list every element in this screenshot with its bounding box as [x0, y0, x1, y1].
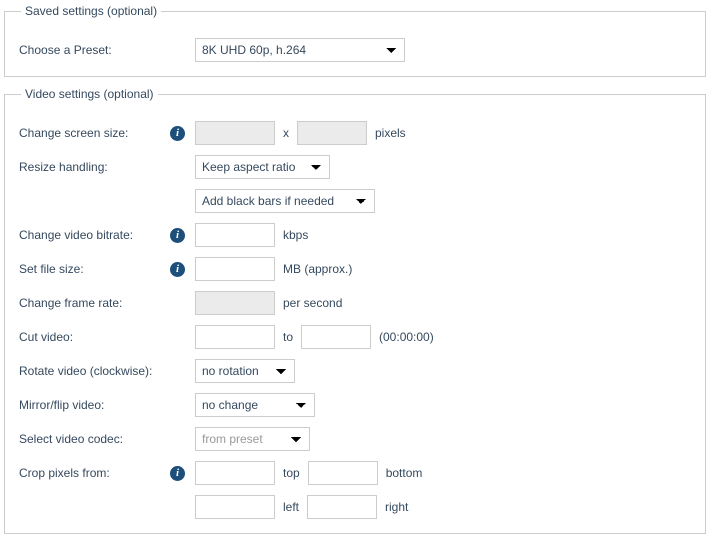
framerate-label: Change frame rate: [19, 296, 185, 310]
video-settings-fieldset: Video settings (optional) Change screen … [4, 87, 706, 534]
saved-settings-fieldset: Saved settings (optional) Choose a Prese… [4, 4, 706, 77]
preset-label: Choose a Preset: [19, 43, 185, 57]
crop-right-input[interactable] [307, 495, 377, 519]
screen-height-input[interactable] [297, 121, 367, 145]
rotate-row: Rotate video (clockwise): no rotation [19, 359, 691, 383]
persecond-unit: per second [283, 296, 342, 310]
mirror-select[interactable]: no change [195, 393, 315, 417]
crop-top-row: Crop pixels from: i top bottom [19, 461, 691, 485]
kbps-unit: kbps [283, 228, 308, 242]
pixels-unit: pixels [375, 126, 406, 140]
codec-label: Select video codec: [19, 432, 185, 446]
blackbars-row: Add black bars if needed [19, 189, 691, 213]
codec-row: Select video codec: from preset [19, 427, 691, 451]
filesize-input[interactable] [195, 257, 275, 281]
video-settings-legend: Video settings (optional) [21, 87, 158, 101]
screen-size-row: Change screen size: i x pixels [19, 121, 691, 145]
saved-settings-legend: Saved settings (optional) [21, 4, 161, 18]
filesize-label: Set file size: [19, 262, 164, 276]
bitrate-row: Change video bitrate: i kbps [19, 223, 691, 247]
rotate-label: Rotate video (clockwise): [19, 364, 185, 378]
bitrate-input[interactable] [195, 223, 275, 247]
top-label: top [283, 466, 300, 480]
crop-label: Crop pixels from: [19, 466, 164, 480]
cut-row: Cut video: to (00:00:00) [19, 325, 691, 349]
cut-to-input[interactable] [301, 325, 371, 349]
crop-top-input[interactable] [195, 461, 275, 485]
info-icon[interactable]: i [170, 126, 185, 141]
cut-hint: (00:00:00) [379, 330, 434, 344]
info-icon[interactable]: i [170, 262, 185, 277]
crop-left-input[interactable] [195, 495, 275, 519]
codec-select[interactable]: from preset [195, 427, 310, 451]
rotate-select[interactable]: no rotation [195, 359, 295, 383]
bottom-label: bottom [386, 466, 423, 480]
framerate-row: Change frame rate: per second [19, 291, 691, 315]
crop-bottom-input[interactable] [308, 461, 378, 485]
blackbars-select[interactable]: Add black bars if needed [195, 189, 375, 213]
aspect-ratio-select[interactable]: Keep aspect ratio [195, 155, 330, 179]
cut-from-input[interactable] [195, 325, 275, 349]
preset-row: Choose a Preset: 8K UHD 60p, h.264 [19, 38, 691, 62]
mirror-row: Mirror/flip video: no change [19, 393, 691, 417]
mirror-label: Mirror/flip video: [19, 398, 185, 412]
info-icon[interactable]: i [170, 228, 185, 243]
filesize-row: Set file size: i MB (approx.) [19, 257, 691, 281]
framerate-input[interactable] [195, 291, 275, 315]
mb-unit: MB (approx.) [283, 262, 352, 276]
screen-size-label: Change screen size: [19, 126, 164, 140]
cut-label: Cut video: [19, 330, 185, 344]
resize-label: Resize handling: [19, 160, 185, 174]
preset-select[interactable]: 8K UHD 60p, h.264 [195, 38, 405, 62]
bitrate-label: Change video bitrate: [19, 228, 164, 242]
crop-left-row: left right [19, 495, 691, 519]
x-separator: x [283, 126, 289, 140]
screen-width-input[interactable] [195, 121, 275, 145]
right-label: right [385, 500, 408, 514]
resize-row: Resize handling: Keep aspect ratio [19, 155, 691, 179]
info-icon[interactable]: i [170, 466, 185, 481]
to-separator: to [283, 330, 293, 344]
left-label: left [283, 500, 299, 514]
